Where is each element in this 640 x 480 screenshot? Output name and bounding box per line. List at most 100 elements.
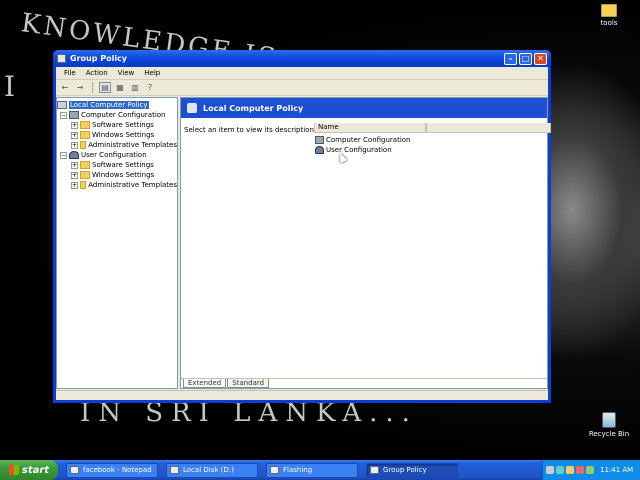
start-button[interactable]: start <box>0 460 58 480</box>
recycle-bin-icon <box>602 412 616 428</box>
toolbar: ← → ▤ ▦ ▥ ? <box>56 80 548 96</box>
description-text: Select an item to view its description. <box>184 126 317 134</box>
task-label: Group Policy <box>383 466 427 474</box>
details-header-title: Local Computer Policy <box>203 103 304 113</box>
system-tray: 11:41 AM <box>542 460 640 480</box>
task-notepad[interactable]: facebook - Notepad <box>66 462 158 478</box>
maximize-button[interactable]: □ <box>519 52 532 65</box>
tree-label: Computer Configuration <box>81 111 166 119</box>
list-header: Name <box>314 123 551 133</box>
user-icon <box>315 146 324 154</box>
column-empty <box>426 123 551 133</box>
folder-icon <box>80 181 87 189</box>
task-label: facebook - Notepad <box>83 466 152 474</box>
minimize-button[interactable]: – <box>504 52 517 65</box>
list-item-label: Computer Configuration <box>326 136 411 144</box>
desktop-icon-recycle-bin[interactable]: Recycle Bin <box>584 412 634 438</box>
start-label: start <box>21 464 50 476</box>
tree-computer-administrative-templates[interactable]: + Administrative Templates <box>57 140 177 150</box>
policy-icon <box>57 101 67 109</box>
notepad-icon <box>70 466 79 474</box>
taskbar: start facebook - Notepad Local Disk (D:)… <box>0 460 640 480</box>
export-list-icon[interactable]: ▥ <box>129 82 141 93</box>
menu-view[interactable]: View <box>113 69 140 77</box>
tree-computer-configuration[interactable]: − Computer Configuration <box>57 110 177 120</box>
task-group-policy[interactable]: Group Policy <box>366 462 458 478</box>
desktop: KNOWLEDGE IS I IN SRI LANKA... tools Rec… <box>0 0 640 460</box>
collapse-icon[interactable]: − <box>60 111 67 119</box>
tree-computer-software-settings[interactable]: + Software Settings <box>57 120 177 130</box>
tree-user-administrative-templates[interactable]: + Administrative Templates <box>57 180 177 190</box>
list-item-user-configuration[interactable]: User Configuration <box>315 145 392 155</box>
tree-computer-windows-settings[interactable]: + Windows Settings <box>57 130 177 140</box>
toolbar-separator <box>92 82 93 93</box>
network-icon[interactable] <box>556 466 564 474</box>
tab-extended[interactable]: Extended <box>183 379 227 388</box>
show-hide-tree-icon[interactable]: ▤ <box>99 82 111 93</box>
tree-user-windows-settings[interactable]: + Windows Settings <box>57 170 177 180</box>
show-hidden-icon[interactable] <box>546 466 554 474</box>
tree-user-configuration[interactable]: − User Configuration <box>57 150 177 160</box>
window-client: File Action View Help ← → ▤ ▦ ▥ ? Local … <box>56 67 551 400</box>
properties-icon[interactable]: ▦ <box>114 82 126 93</box>
console-tree: Local Computer Policy − Computer Configu… <box>56 97 178 389</box>
tree-root[interactable]: Local Computer Policy <box>57 100 177 110</box>
close-button[interactable]: ✕ <box>534 52 547 65</box>
view-tabs: Extended Standard <box>181 378 547 388</box>
task-label: Flashing <box>283 466 313 474</box>
computer-icon <box>69 111 79 119</box>
status-bar <box>56 390 548 400</box>
expand-icon[interactable]: + <box>71 121 78 129</box>
column-name[interactable]: Name <box>314 123 426 133</box>
expand-icon[interactable]: + <box>71 131 78 139</box>
menu-help[interactable]: Help <box>139 69 165 77</box>
group-policy-window: Group Policy – □ ✕ File Action View Help… <box>53 50 551 403</box>
folder-icon <box>80 121 90 129</box>
expand-icon[interactable]: + <box>71 181 78 189</box>
panes: Local Computer Policy − Computer Configu… <box>56 97 551 389</box>
tree-label: Administrative Templates <box>88 181 177 189</box>
back-arrow-icon[interactable]: ← <box>59 82 71 93</box>
task-flashing[interactable]: Flashing <box>266 462 358 478</box>
tab-standard[interactable]: Standard <box>227 379 270 388</box>
list-item-computer-configuration[interactable]: Computer Configuration <box>315 135 411 145</box>
menu-action[interactable]: Action <box>81 69 113 77</box>
window-title: Group Policy <box>70 54 128 63</box>
details-header: Local Computer Policy <box>181 98 547 118</box>
tree-label: Software Settings <box>92 161 154 169</box>
collapse-icon[interactable]: − <box>60 151 67 159</box>
task-local-disk[interactable]: Local Disk (D:) <box>166 462 258 478</box>
tree-label: Windows Settings <box>92 171 155 179</box>
windows-logo-icon <box>8 465 19 475</box>
policy-icon <box>187 103 197 113</box>
desktop-icon-tools[interactable]: tools <box>584 4 634 27</box>
title-bar[interactable]: Group Policy – □ ✕ <box>53 50 551 67</box>
tree-user-software-settings[interactable]: + Software Settings <box>57 160 177 170</box>
tree-label: Windows Settings <box>92 131 155 139</box>
forward-arrow-icon[interactable]: → <box>74 82 86 93</box>
task-label: Local Disk (D:) <box>183 466 234 474</box>
tree-label: Administrative Templates <box>88 141 177 149</box>
list-item-label: User Configuration <box>326 146 392 154</box>
folder-icon <box>80 141 87 149</box>
menu-bar: File Action View Help <box>56 67 548 80</box>
volume-icon[interactable] <box>566 466 574 474</box>
tree-label: Software Settings <box>92 121 154 129</box>
menu-file[interactable]: File <box>59 69 81 77</box>
expand-icon[interactable]: + <box>71 141 78 149</box>
user-icon <box>69 151 79 159</box>
wallpaper-text-left: I <box>4 70 19 103</box>
tree-label-root: Local Computer Policy <box>69 101 149 109</box>
tree-label: User Configuration <box>81 151 147 159</box>
expand-icon[interactable]: + <box>71 161 78 169</box>
folder-icon <box>270 466 279 474</box>
security-icon[interactable] <box>576 466 584 474</box>
policy-icon <box>57 54 66 63</box>
computer-icon <box>315 136 324 144</box>
clock[interactable]: 11:41 AM <box>600 466 633 474</box>
policy-icon <box>370 466 379 474</box>
antivirus-icon[interactable] <box>586 466 594 474</box>
details-pane: Local Computer Policy Select an item to … <box>180 97 551 389</box>
help-icon[interactable]: ? <box>144 82 156 93</box>
expand-icon[interactable]: + <box>71 171 78 179</box>
